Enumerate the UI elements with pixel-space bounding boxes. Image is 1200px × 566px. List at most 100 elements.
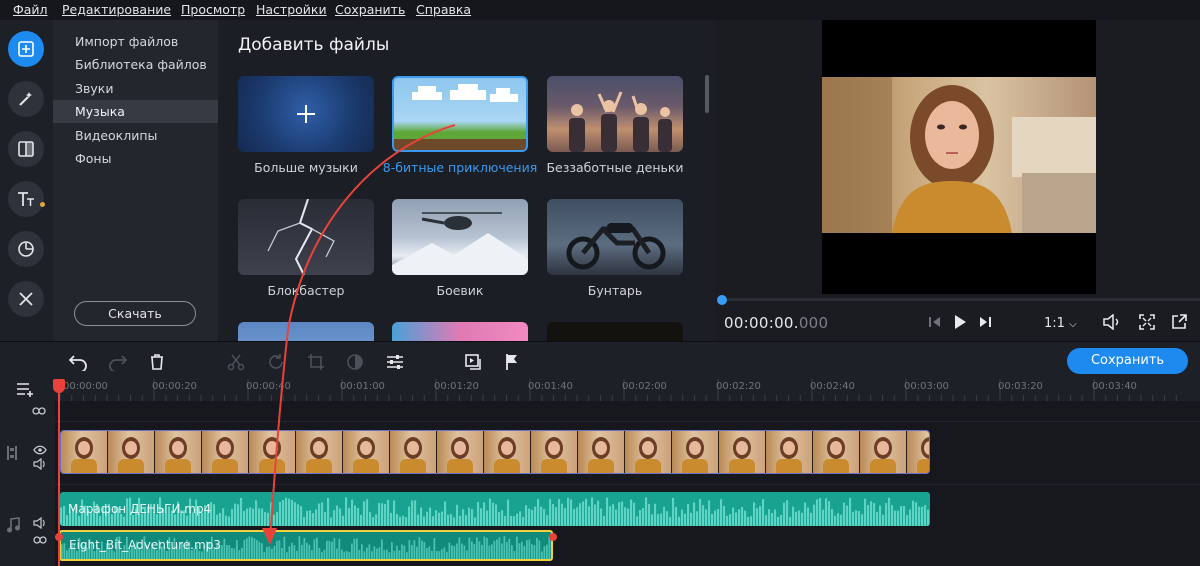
ruler-label: 00:00:40 <box>246 381 291 392</box>
video-track-volume-icon[interactable] <box>33 455 47 474</box>
ruler-label: 00:00:00 <box>63 381 108 392</box>
music-clip-name: Eight_Bit_Adventure.mp3 <box>69 538 221 552</box>
redo-button[interactable] <box>108 352 128 372</box>
menu-edit[interactable]: Редактирование <box>62 2 171 17</box>
undo-icon <box>68 355 87 371</box>
ruler-label: 00:02:20 <box>716 381 761 392</box>
tile-carefree-days[interactable] <box>547 76 683 152</box>
video-thumbnail <box>202 431 249 473</box>
audio-link-icon[interactable] <box>33 530 47 549</box>
tile-partial-3[interactable] <box>547 322 683 341</box>
video-clip[interactable] <box>60 430 930 474</box>
ruler-label: 00:03:00 <box>904 381 949 392</box>
category-sounds[interactable]: Звуки <box>53 77 218 100</box>
tile-action[interactable] <box>392 199 528 275</box>
volume-button[interactable] <box>1102 313 1122 334</box>
tools-icon <box>19 292 33 306</box>
video-thumbnail <box>531 431 578 473</box>
fit-screen-icon <box>1139 314 1155 330</box>
gallery-scrollbar[interactable] <box>705 75 709 113</box>
skip-back-button[interactable] <box>928 315 942 333</box>
track-divider <box>55 484 1200 485</box>
undo-button[interactable] <box>68 352 88 372</box>
menu-view[interactable]: Просмотр <box>181 2 245 17</box>
cut-button[interactable] <box>226 352 246 372</box>
category-video-clips[interactable]: Видеоклипы <box>53 124 218 147</box>
scale-value: 1:1 <box>1044 316 1065 331</box>
tools-tool-button[interactable] <box>8 281 44 317</box>
clip-properties-button[interactable] <box>385 352 405 372</box>
media-gallery: Добавить файлы Больше музыки 8-битные пр… <box>218 20 715 341</box>
tile-rebel[interactable] <box>547 199 683 275</box>
playhead-handle[interactable] <box>53 379 65 393</box>
fit-screen-button[interactable] <box>1139 314 1155 334</box>
menu-file[interactable]: Файл <box>13 2 48 17</box>
menu-save[interactable]: Сохранить <box>335 2 405 17</box>
scale-select[interactable]: 1:1 ⌵ <box>1044 316 1077 331</box>
category-import-files[interactable]: Импорт файлов <box>53 30 218 53</box>
menu-help[interactable]: Справка <box>416 2 471 17</box>
play-button[interactable] <box>952 314 968 334</box>
video-thumbnail <box>61 431 108 473</box>
crop-icon <box>308 354 324 370</box>
audio-clip-name: Марафон ДЕНЬГИ.mp4 <box>68 502 212 516</box>
crop-button[interactable] <box>306 352 326 372</box>
titles-tool-button[interactable] <box>8 181 44 217</box>
video-thumbnail <box>578 431 625 473</box>
plus-icon <box>297 105 315 123</box>
external-window-icon <box>1172 314 1187 329</box>
ruler-label: 00:01:20 <box>434 381 479 392</box>
video-thumbnail <box>390 431 437 473</box>
ruler-label: 00:01:40 <box>528 381 573 392</box>
save-button[interactable]: Сохранить <box>1067 348 1188 374</box>
audio-clip[interactable]: Марафон ДЕНЬГИ.mp4 <box>60 492 930 526</box>
video-thumbnail <box>343 431 390 473</box>
timeline-ruler[interactable]: 00:00:00 00:00:20 00:00:40 00:01:00 00:0… <box>55 379 1200 401</box>
menu-settings[interactable]: Настройки <box>256 2 327 17</box>
sliders-icon <box>387 355 403 369</box>
delete-button[interactable] <box>147 352 167 372</box>
clip-trim-handle-right[interactable] <box>549 533 557 541</box>
playhead[interactable] <box>58 381 60 566</box>
video-frame-image <box>822 77 1096 233</box>
skip-forward-button[interactable] <box>978 315 992 333</box>
category-backgrounds[interactable]: Фоны <box>53 147 218 170</box>
ruler-label: 00:03:20 <box>998 381 1043 392</box>
category-music[interactable]: Музыка <box>53 100 218 123</box>
marker-button[interactable] <box>502 352 522 372</box>
tile-label-carefree-days: Беззаботные деньки <box>546 160 684 175</box>
video-thumbnail <box>766 431 813 473</box>
tile-partial-2[interactable] <box>392 322 528 341</box>
preview-progress-handle[interactable] <box>717 295 727 305</box>
tile-more-music[interactable] <box>238 76 374 152</box>
ruler-label: 00:02:00 <box>622 381 667 392</box>
music-clip[interactable]: Eight_Bit_Adventure.mp3 <box>59 530 553 561</box>
link-button[interactable] <box>32 401 46 420</box>
add-file-icon <box>18 41 34 57</box>
tile-8bit-adventure[interactable] <box>392 76 528 152</box>
tile-partial-1[interactable] <box>238 322 374 341</box>
video-thumbnail <box>672 431 719 473</box>
video-thumbnail <box>437 431 484 473</box>
download-button[interactable]: Скачать <box>74 301 196 326</box>
preview-progress-track[interactable] <box>718 298 1200 301</box>
rotate-button[interactable] <box>266 352 286 372</box>
transitions-tool-button[interactable] <box>8 131 44 167</box>
timeline-toolbar <box>0 341 1200 379</box>
motorcycle-thumbnail <box>566 223 666 270</box>
add-track-button[interactable] <box>15 381 37 401</box>
effects-tool-button[interactable] <box>8 81 44 117</box>
stickers-tool-button[interactable] <box>8 231 44 267</box>
insert-media-button[interactable] <box>463 352 483 372</box>
video-thumbnail <box>484 431 531 473</box>
media-insert-icon <box>465 354 481 370</box>
category-file-library[interactable]: Библиотека файлов <box>53 53 218 76</box>
import-tool-button[interactable] <box>8 31 44 67</box>
detach-preview-button[interactable] <box>1171 314 1187 334</box>
video-thumbnail <box>860 431 907 473</box>
tile-blockbuster[interactable] <box>238 199 374 275</box>
ruler-label: 00:02:40 <box>810 381 855 392</box>
color-adjust-button[interactable] <box>345 352 365 372</box>
track-divider <box>55 421 1200 422</box>
chevron-down-icon: ⌵ <box>1069 319 1077 330</box>
